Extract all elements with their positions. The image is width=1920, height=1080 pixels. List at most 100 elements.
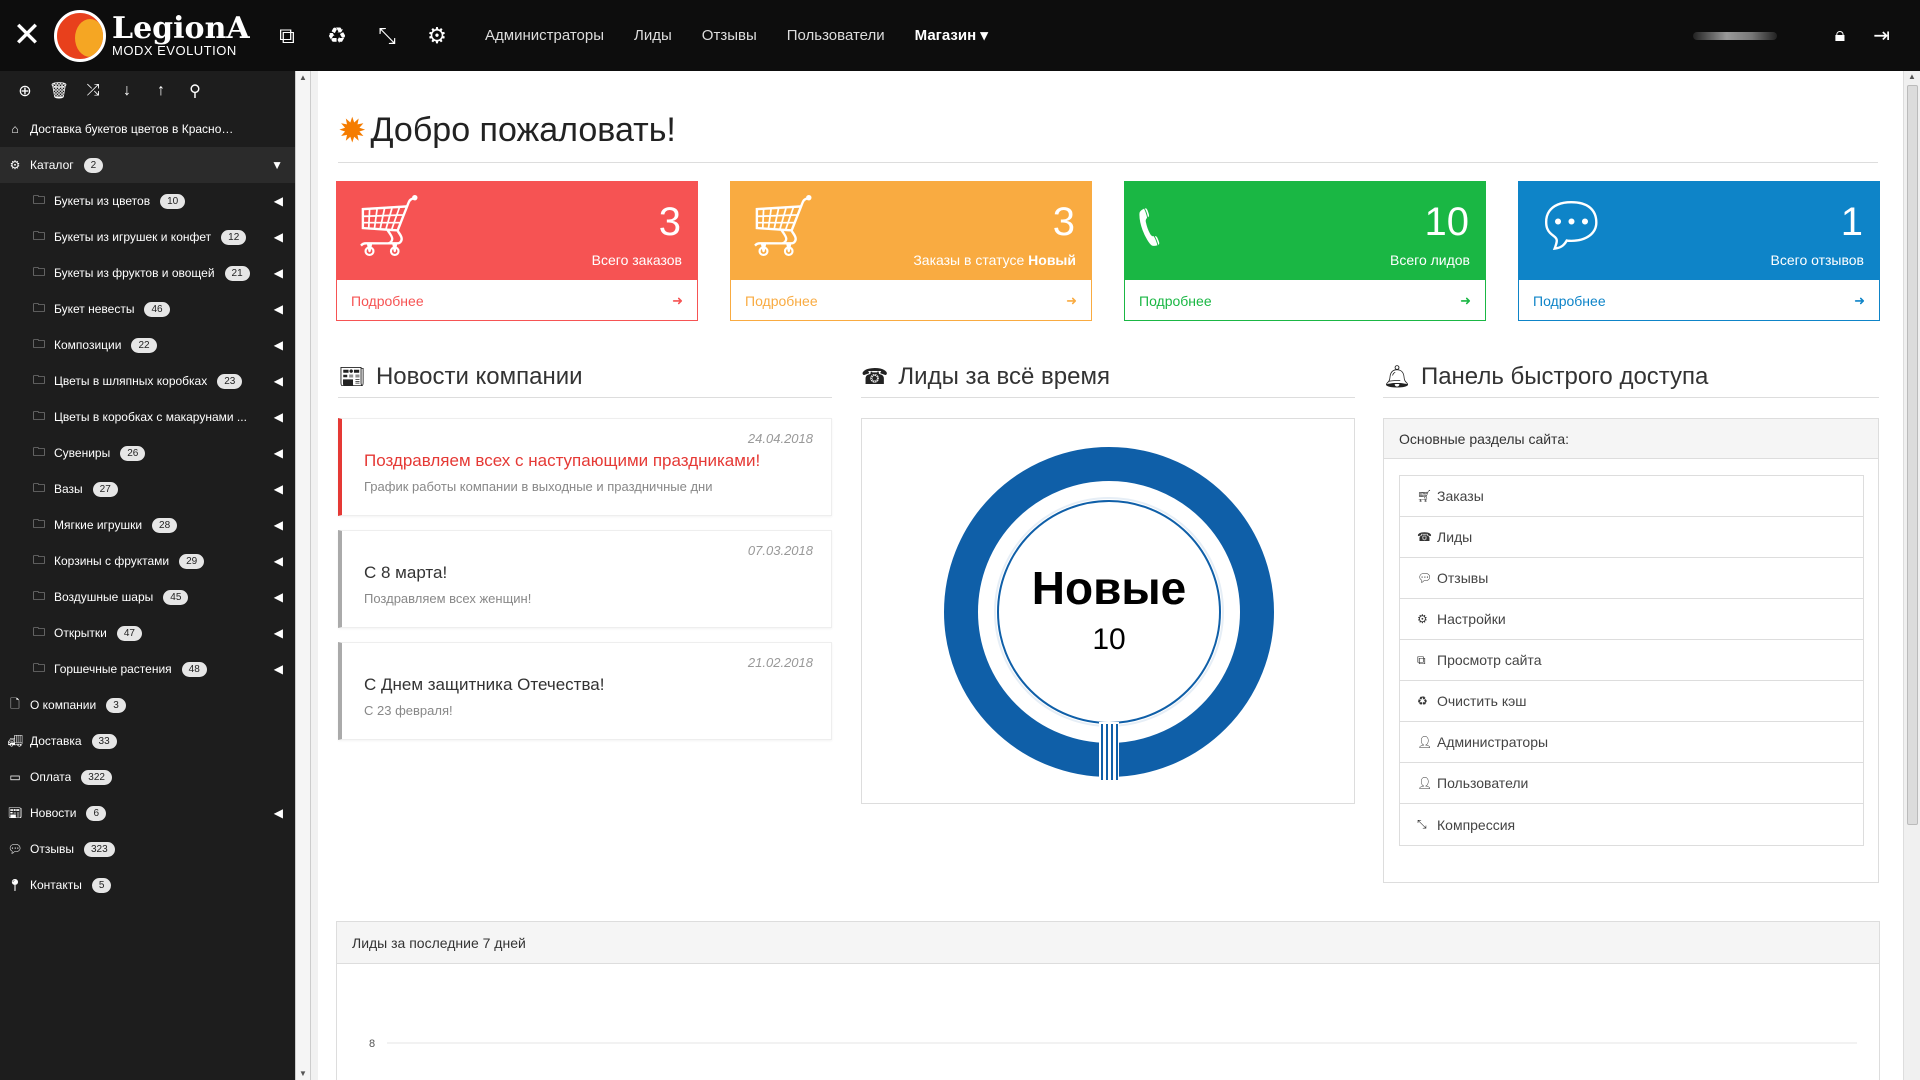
nav-shop-dropdown[interactable]: Магазин ▾ (900, 0, 1003, 71)
quick-access-item[interactable]: ⚙ Настройки (1400, 599, 1863, 640)
news-title[interactable]: С Днем защитника Отечества! (364, 675, 604, 695)
quick-access-item[interactable]: ⧉ Просмотр сайта (1400, 640, 1863, 681)
tree-item-category[interactable]: 🗀 Мягкие игрушки 28 ◀ (0, 507, 295, 543)
caret-left-icon[interactable]: ◀ (274, 410, 283, 424)
tree-item-category[interactable]: 🗀 Букеты из игрушек и конфет 12 ◀ (0, 219, 295, 255)
scroll-up-icon[interactable]: ▲ (1908, 72, 1916, 81)
arrow-circle-right-icon[interactable]: ➜ (1854, 293, 1865, 309)
tree-item-root[interactable]: 🗋 О компании 3 (0, 687, 295, 723)
quick-access-item[interactable]: ☎ Лиды (1400, 517, 1863, 558)
tree-item-category[interactable]: 🗀 Композиции 22 ◀ (0, 327, 295, 363)
arrow-down-icon[interactable]: ↓ (110, 82, 144, 100)
news-item[interactable]: 07.03.2018 С 8 марта! Поздравляем всех ж… (338, 530, 832, 628)
tree-label: Композиции (54, 338, 122, 352)
trash-icon[interactable]: 🗑︎ (42, 81, 76, 101)
caret-left-icon[interactable]: ◀ (274, 194, 283, 208)
tree-item-root[interactable]: 📍︎ Контакты 5 (0, 867, 295, 903)
news-date: 24.04.2018 (747, 431, 813, 446)
tree-item-root[interactable]: 🚚︎ Доставка 33 (0, 723, 295, 759)
quick-access-item[interactable]: ♻ Очистить кэш (1400, 681, 1863, 722)
main-scrollbar[interactable]: ▲ (1903, 71, 1920, 1080)
caret-left-icon[interactable]: ◀ (274, 338, 283, 352)
weekly-leads-chart: 8 6 (369, 1038, 1857, 1050)
tree-item-category[interactable]: 🗀 Корзины с фруктами 29 ◀ (0, 543, 295, 579)
tree-label: Воздушные шары (54, 590, 154, 604)
caret-left-icon[interactable]: ◀ (274, 662, 283, 676)
tree-item-category[interactable]: 🗀 Вазы 27 ◀ (0, 471, 295, 507)
caret-left-icon[interactable]: ◀ (274, 590, 283, 604)
details-link[interactable]: Подробнее (1139, 293, 1212, 309)
shuffle-icon[interactable]: ⤮ (76, 82, 110, 100)
logo[interactable]: LegionA MODX EVOLUTION (54, 9, 252, 62)
tree-item-category[interactable]: 🗀 Цветы в шляпных коробках 23 ◀ (0, 363, 295, 399)
caret-left-icon[interactable]: ◀ (274, 554, 283, 568)
quick-access-item[interactable]: 💬︎ Отзывы (1400, 558, 1863, 599)
quick-access-item[interactable]: 🛒︎ Заказы (1400, 476, 1863, 517)
gear-icon: ✹ (338, 112, 367, 150)
quick-section-title: 🔔︎ Панель быстрого доступа (1383, 356, 1879, 398)
plus-circle-icon[interactable]: ⊕ (8, 81, 42, 101)
logout-icon[interactable]: ⇥ (1873, 23, 1890, 48)
details-link[interactable]: Подробнее (745, 293, 818, 309)
arrow-circle-right-icon[interactable]: ➜ (1460, 293, 1471, 309)
tree-item-category[interactable]: 🗀 Открытки 47 ◀ (0, 615, 295, 651)
compress-icon[interactable]: ⤡ (362, 23, 412, 49)
news-item[interactable]: 21.02.2018 С Днем защитника Отечества! С… (338, 642, 832, 740)
tree-site-root[interactable]: ⌂ Доставка букетов цветов в Красноярс... (0, 111, 295, 147)
search-icon[interactable]: ⚲ (178, 81, 212, 101)
quick-access-item[interactable]: ⤡ Компрессия (1400, 804, 1863, 845)
news-item[interactable]: 24.04.2018 Поздравляем всех с наступающи… (338, 418, 832, 516)
scroll-down-icon[interactable]: ▼ (299, 1069, 307, 1078)
tree-item-category[interactable]: 🗀 Воздушные шары 45 ◀ (0, 579, 295, 615)
caret-left-icon[interactable]: ◀ (274, 626, 283, 640)
arrow-circle-right-icon[interactable]: ➜ (1066, 293, 1077, 309)
caret-left-icon[interactable]: ◀ (274, 806, 283, 820)
quick-access-item[interactable]: 👤︎ Пользователи (1400, 763, 1863, 804)
tree-item-category[interactable]: 🗀 Букеты из фруктов и овощей 21 ◀ (0, 255, 295, 291)
tree-item-root[interactable]: 💬︎ Отзывы 323 (0, 831, 295, 867)
caret-down-icon[interactable]: ▼ (271, 158, 283, 172)
news-title[interactable]: С 8 марта! (364, 563, 447, 583)
tree-item-category[interactable]: 🗀 Букеты из цветов 10 ◀ (0, 183, 295, 219)
nav-reviews[interactable]: Отзывы (687, 0, 772, 71)
arrow-circle-right-icon[interactable]: ➜ (672, 293, 683, 309)
stat-card-link[interactable]: Подробнее ➜ (1125, 280, 1485, 321)
quick-access-item[interactable]: 👤︎ Администраторы (1400, 722, 1863, 763)
lock-icon[interactable]: 🔒︎ (1835, 24, 1846, 47)
caret-left-icon[interactable]: ◀ (274, 518, 283, 532)
tree-item-category[interactable]: 🗀 Горшечные растения 48 ◀ (0, 651, 295, 687)
stat-card-link[interactable]: Подробнее ➜ (337, 280, 697, 321)
nav-users[interactable]: Пользователи (772, 0, 900, 71)
user-name-blurred[interactable] (1692, 31, 1777, 40)
arrow-up-icon[interactable]: ↑ (144, 82, 178, 100)
tree-item-root[interactable]: 📰︎ Новости 6 ◀ (0, 795, 295, 831)
nav-admins[interactable]: Администраторы (470, 0, 619, 71)
news-title[interactable]: Поздравляем всех с наступающими праздник… (364, 451, 760, 471)
tree-item-catalog[interactable]: ⚙ Каталог 2 ▼ (0, 147, 295, 183)
tree-item-category[interactable]: 🗀 Букет невесты 46 ◀ (0, 291, 295, 327)
folder-icon: 🗀 (32, 300, 45, 315)
stat-card-link[interactable]: Подробнее ➜ (731, 280, 1091, 321)
caret-left-icon[interactable]: ◀ (274, 230, 283, 244)
tree-label: Букет невесты (54, 302, 135, 316)
details-link[interactable]: Подробнее (351, 293, 424, 309)
tree-item-root[interactable]: ▭ Оплата 322 (0, 759, 295, 795)
scroll-up-icon[interactable]: ▲ (299, 73, 307, 82)
tree-item-category[interactable]: 🗀 Сувениры 26 ◀ (0, 435, 295, 471)
external-link-icon[interactable]: ⧉ (262, 23, 312, 49)
caret-left-icon[interactable]: ◀ (274, 266, 283, 280)
caret-left-icon[interactable]: ◀ (274, 482, 283, 496)
scrollbar-thumb[interactable] (1907, 85, 1918, 825)
caret-left-icon[interactable]: ◀ (274, 374, 283, 388)
nav-leads[interactable]: Лиды (619, 0, 687, 71)
tree-item-category[interactable]: 🗀 Цветы в коробках с макарунами ... ◀ (0, 399, 295, 435)
stat-card-link[interactable]: Подробнее ➜ (1519, 280, 1879, 321)
close-icon[interactable]: ✕ (0, 0, 54, 71)
folder-icon: 🗀 (32, 516, 45, 531)
sidebar-scrollbar[interactable]: ▲ ▼ (295, 71, 311, 1080)
caret-left-icon[interactable]: ◀ (274, 446, 283, 460)
recycle-icon[interactable]: ♻ (312, 23, 362, 49)
details-link[interactable]: Подробнее (1533, 293, 1606, 309)
gears-icon[interactable]: ⚙ (412, 23, 462, 49)
caret-left-icon[interactable]: ◀ (274, 302, 283, 316)
